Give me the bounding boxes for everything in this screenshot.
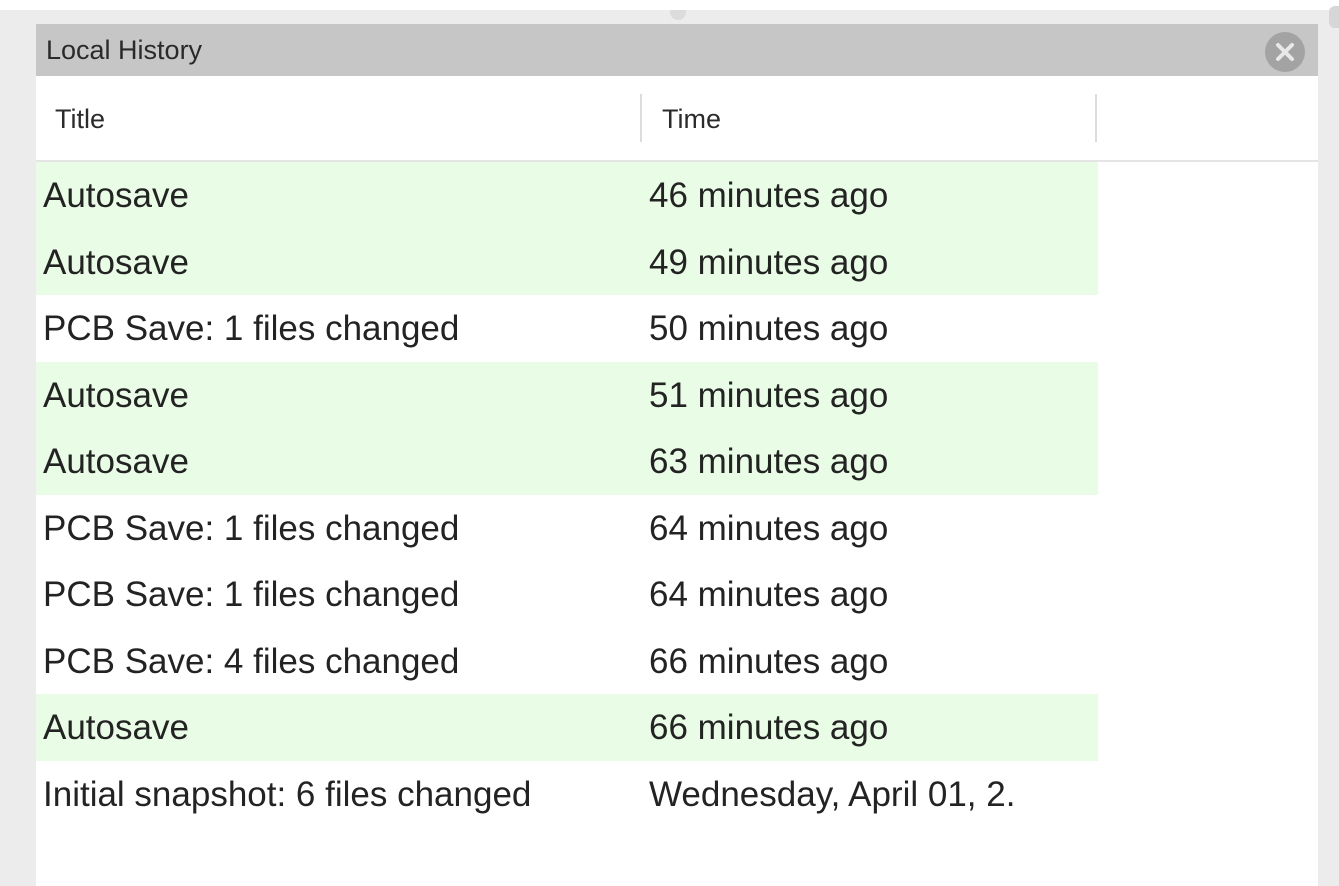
table-row[interactable]: PCB Save: 1 files changed 50 minutes ago <box>36 295 1098 362</box>
local-history-panel: Local History Title Time Autosave 46 minu… <box>36 24 1318 886</box>
row-time: Wednesday, April 01, 2. <box>649 774 1016 814</box>
table-header: Title Time <box>36 76 1318 162</box>
table-row[interactable]: PCB Save: 1 files changed 64 minutes ago <box>36 495 1098 562</box>
table-row[interactable]: PCB Save: 4 files changed 66 minutes ago <box>36 628 1098 695</box>
row-title: Initial snapshot: 6 files changed <box>43 774 532 814</box>
row-time: 63 minutes ago <box>649 442 889 481</box>
table-row[interactable]: Autosave 49 minutes ago <box>36 228 1098 295</box>
row-time: 50 minutes ago <box>649 309 889 348</box>
window-top-strip <box>0 0 1339 10</box>
table-row[interactable]: PCB Save: 1 files changed 64 minutes ago <box>36 561 1098 628</box>
column-header-time[interactable]: Time <box>662 104 721 134</box>
row-time: 66 minutes ago <box>649 708 889 747</box>
panel-header: Local History <box>36 24 1318 76</box>
column-divider[interactable] <box>640 94 642 142</box>
row-time: 64 minutes ago <box>649 508 889 548</box>
close-circle-icon[interactable] <box>1265 32 1305 72</box>
row-title: PCB Save: 1 files changed <box>43 575 460 614</box>
table-row[interactable]: Autosave 63 minutes ago <box>36 428 1098 495</box>
row-time: 51 minutes ago <box>649 375 889 415</box>
splitter-handle[interactable] <box>670 10 686 20</box>
row-title: PCB Save: 4 files changed <box>43 641 460 681</box>
row-title: PCB Save: 1 files changed <box>43 508 460 548</box>
column-header-title[interactable]: Title <box>55 104 105 134</box>
panel-title: Local History <box>46 35 203 65</box>
row-title: PCB Save: 1 files changed <box>43 309 460 348</box>
row-time: 49 minutes ago <box>649 242 889 282</box>
row-title: Autosave <box>43 442 189 481</box>
row-title: Autosave <box>43 242 189 282</box>
row-time: 46 minutes ago <box>649 176 889 215</box>
row-time: 64 minutes ago <box>649 575 889 614</box>
table-row[interactable]: Autosave 51 minutes ago <box>36 361 1098 428</box>
scroll-edge <box>1329 6 1339 28</box>
row-title: Autosave <box>43 176 189 215</box>
table-row[interactable]: Autosave 46 minutes ago <box>36 162 1098 229</box>
table-row[interactable]: Initial snapshot: 6 files changed Wednesd… <box>36 761 1098 828</box>
column-divider[interactable] <box>1095 94 1097 142</box>
history-list: Autosave 46 minutes ago Autosave 49 minutes… <box>36 162 1318 827</box>
row-title: Autosave <box>43 708 189 747</box>
row-title: Autosave <box>43 375 189 415</box>
table-row[interactable]: Autosave 66 minutes ago <box>36 694 1098 761</box>
row-time: 66 minutes ago <box>649 641 889 681</box>
